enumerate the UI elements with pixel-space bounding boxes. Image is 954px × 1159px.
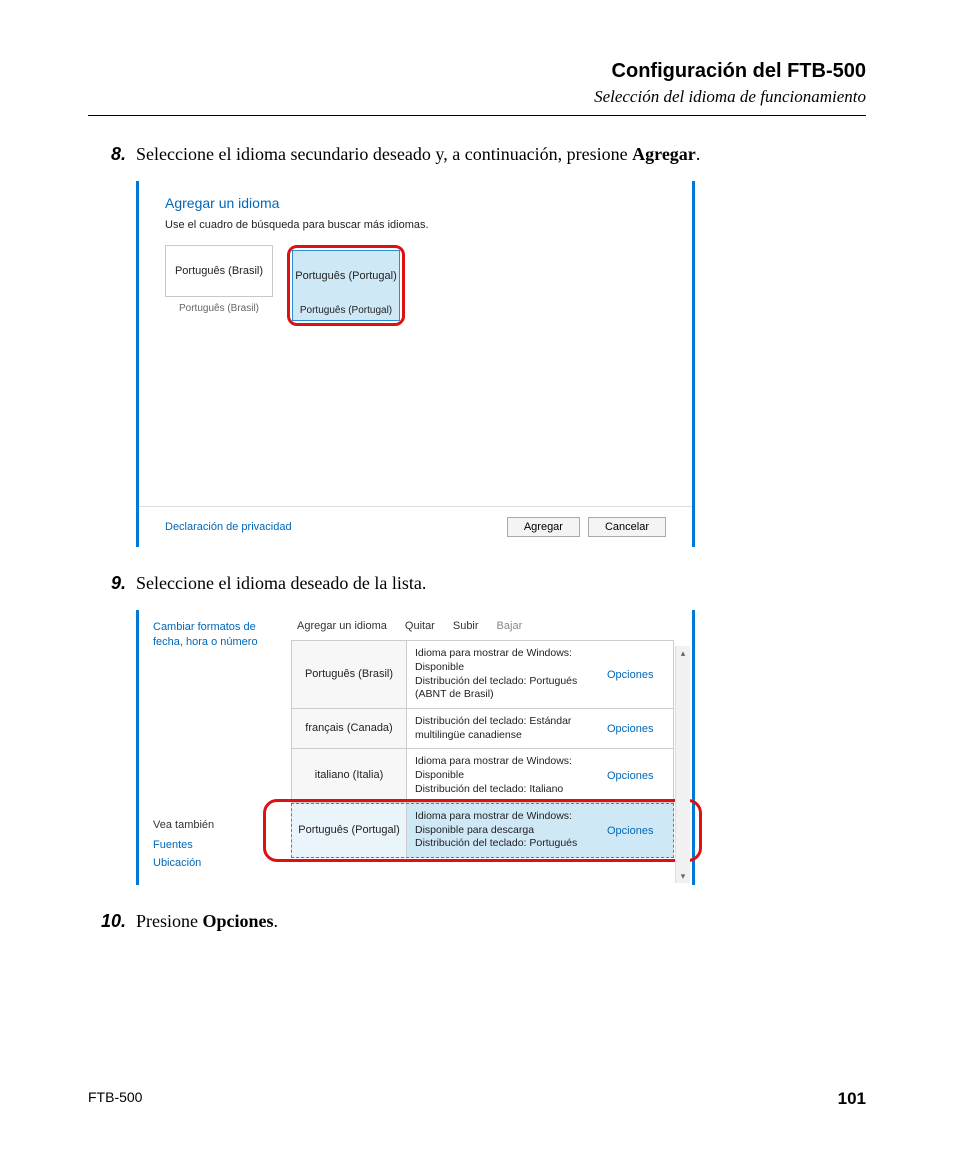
scroll-down-icon[interactable]: ▾ (676, 869, 690, 883)
add-button[interactable]: Agregar (507, 517, 580, 537)
language-toolbar: Agregar un idioma Quitar Subir Bajar (291, 610, 692, 640)
tile-label: Português (Brasil) (165, 303, 273, 314)
step-8: 8. Seleccione el idioma secundario desea… (88, 142, 866, 167)
toolbar-add-language[interactable]: Agregar un idioma (297, 620, 387, 632)
toolbar-remove[interactable]: Quitar (405, 620, 435, 632)
options-link[interactable]: Opciones (607, 825, 653, 837)
footer-page-number: 101 (838, 1089, 866, 1109)
step-9: 9. Seleccione el idioma deseado de la li… (88, 571, 866, 596)
step-number: 10. (88, 909, 136, 934)
dialog-hint: Use el cuadro de búsqueda para buscar má… (165, 219, 666, 231)
highlight-selected-row: Português (Portugal) Idioma para mostrar… (291, 803, 692, 858)
see-also-label: Vea también (153, 819, 281, 831)
step-10: 10. Presione Opciones. (88, 909, 866, 934)
toolbar-move-down: Bajar (497, 620, 523, 632)
toolbar-move-up[interactable]: Subir (453, 620, 479, 632)
options-link[interactable]: Opciones (607, 723, 653, 735)
sidebar-title-link[interactable]: Cambiar formatos de fecha, hora o número (153, 620, 281, 649)
language-tile-portugal[interactable]: Português (Portugal) Português (Portugal… (292, 250, 400, 321)
location-link[interactable]: Ubicación (153, 857, 281, 869)
scroll-up-icon[interactable]: ▴ (676, 646, 690, 660)
step-text: Seleccione el idioma deseado de la lista… (136, 571, 866, 596)
language-row-portugal[interactable]: Português (Portugal) Idioma para mostrar… (291, 803, 674, 858)
page-header-title: Configuración del FTB-500 (88, 60, 866, 83)
options-link[interactable]: Opciones (607, 669, 653, 681)
highlight-selected-tile: Português (Portugal) Português (Portugal… (287, 245, 405, 326)
language-row-italian[interactable]: italiano (Italia) Idioma para mostrar de… (291, 749, 674, 803)
language-desc: Idioma para mostrar de Windows: Disponib… (407, 804, 607, 857)
step-text: Seleccione el idioma secundario deseado … (136, 142, 866, 167)
footer-product: FTB-500 (88, 1089, 142, 1109)
screenshot-language-list: Cambiar formatos de fecha, hora o número… (136, 610, 866, 885)
page-footer: FTB-500 101 (88, 1089, 866, 1109)
privacy-link[interactable]: Declaración de privacidad (165, 521, 292, 533)
tile-label: Português (Portugal) (292, 301, 400, 321)
step-text: Presione Opciones. (136, 909, 866, 934)
language-name: Português (Portugal) (292, 804, 407, 857)
tile-box: Português (Portugal) (292, 250, 400, 301)
screenshot-add-language: Agregar un idioma Use el cuadro de búsqu… (136, 181, 866, 547)
cancel-button[interactable]: Cancelar (588, 517, 666, 537)
tile-box: Português (Brasil) (165, 245, 273, 297)
language-name: italiano (Italia) (292, 749, 407, 802)
dialog-title: Agregar un idioma (165, 195, 666, 211)
fonts-link[interactable]: Fuentes (153, 839, 281, 851)
language-row-french-ca[interactable]: français (Canada) Distribución del tecla… (291, 709, 674, 749)
step-number: 9. (88, 571, 136, 596)
language-tile-brasil[interactable]: Português (Brasil) Português (Brasil) (165, 245, 273, 326)
language-name: français (Canada) (292, 709, 407, 748)
step-number: 8. (88, 142, 136, 167)
header-rule (88, 115, 866, 116)
language-desc: Idioma para mostrar de Windows: Disponib… (407, 641, 607, 708)
vertical-scrollbar[interactable]: ▴ ▾ (675, 646, 690, 883)
language-name: Português (Brasil) (292, 641, 407, 708)
page-header-subtitle: Selección del idioma de funcionamiento (88, 87, 866, 107)
language-desc: Idioma para mostrar de Windows: Disponib… (407, 749, 607, 802)
language-row-brasil[interactable]: Português (Brasil) Idioma para mostrar d… (291, 640, 674, 709)
language-desc: Distribución del teclado: Estándar multi… (407, 709, 607, 748)
options-link[interactable]: Opciones (607, 770, 653, 782)
